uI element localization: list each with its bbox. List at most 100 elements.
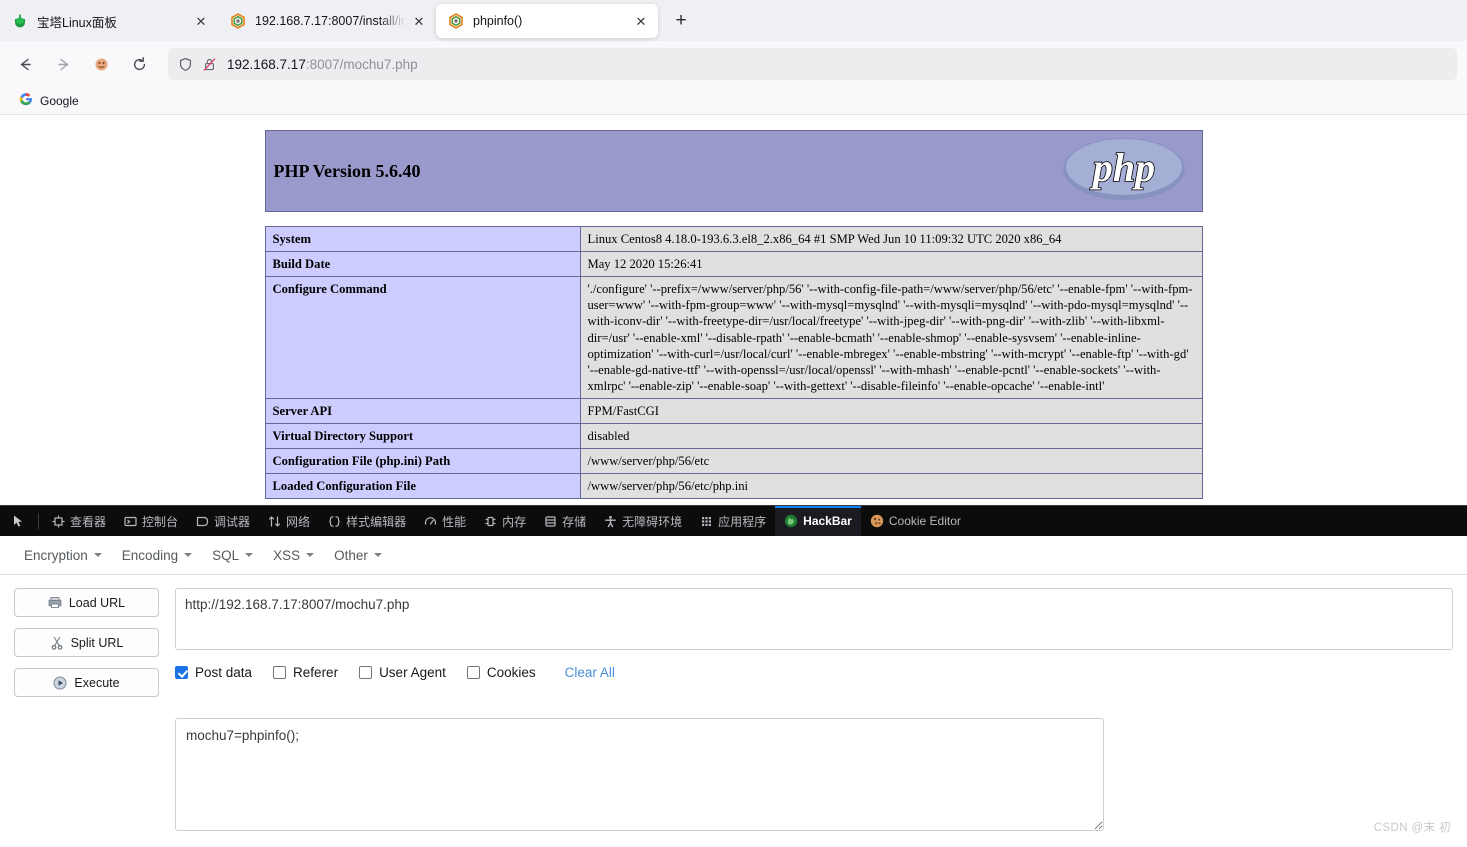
forward-button[interactable] — [48, 49, 78, 79]
new-tab-button[interactable]: + — [666, 6, 696, 36]
browser-tab-1[interactable]: 宝塔Linux面板 ✕ — [0, 4, 218, 38]
devtools-tab-label: 应用程序 — [718, 514, 767, 529]
shield-icon[interactable] — [178, 57, 193, 72]
cookie-icon — [870, 514, 884, 528]
devtools-tab-storage[interactable]: 存储 — [535, 506, 595, 536]
browser-tab-1-title: 宝塔Linux面板 — [37, 15, 117, 30]
hackbar-menu-encoding[interactable]: Encoding — [112, 543, 202, 568]
php-hex-icon — [230, 13, 246, 29]
back-button[interactable] — [10, 49, 40, 79]
devtools-tab-network[interactable]: 网络 — [259, 506, 319, 536]
devtools-tab-performance[interactable]: 性能 — [415, 506, 475, 536]
tab-strip: 宝塔Linux面板 ✕ 192.168.7.17:8007/install/in… — [0, 0, 1467, 41]
checkbox-referer-label: Referer — [293, 665, 339, 680]
hackbar-menu-label: SQL — [212, 547, 240, 563]
php-hex-icon — [448, 13, 464, 29]
checkbox-cookies[interactable]: Cookies — [466, 665, 536, 680]
table-row: Configuration File (php.ini) Path /www/s… — [264, 448, 1203, 475]
devtools-tabbar: 查看器 控制台 调试器 网络 样式编辑器 性能 内存 存储 无障碍环境 应用程序… — [0, 506, 1467, 536]
debugger-icon — [196, 515, 209, 528]
browser-tab-2[interactable]: 192.168.7.17:8007/install/index ✕ — [218, 4, 436, 38]
php-logo-icon: php — [1062, 136, 1186, 207]
hackbar-icon — [784, 514, 798, 528]
phpinfo-document: PHP Version 5.6.40 php System Linux Cent… — [264, 115, 1203, 500]
devtools-tab-label: 网络 — [286, 514, 311, 529]
browser-tab-3[interactable]: phpinfo() ✕ — [436, 4, 658, 38]
browser-chrome: 宝塔Linux面板 ✕ 192.168.7.17:8007/install/in… — [0, 0, 1467, 115]
bookmark-google[interactable]: Google — [14, 90, 84, 111]
phpinfo-key: System — [264, 225, 581, 253]
hackbar-button-column: Load URL Split URL Execute — [14, 588, 159, 697]
phpinfo-value: /www/server/php/56/etc — [579, 448, 1203, 475]
split-url-button[interactable]: Split URL — [14, 628, 159, 657]
hackbar-menu-encryption[interactable]: Encryption — [14, 543, 112, 568]
execute-button[interactable]: Execute — [14, 668, 159, 697]
checkbox-post-data-box[interactable] — [175, 666, 188, 679]
table-row: System Linux Centos8 4.18.0-193.6.3.el8_… — [264, 225, 1203, 253]
checkbox-user-agent-box[interactable] — [359, 666, 373, 679]
devtools-panel: 查看器 控制台 调试器 网络 样式编辑器 性能 内存 存储 无障碍环境 应用程序… — [0, 505, 1467, 536]
hackbar-menu-label: XSS — [273, 547, 301, 563]
phpinfo-key: Configuration File (php.ini) Path — [264, 448, 581, 475]
phpinfo-value: disabled — [579, 423, 1203, 450]
browser-tab-3-close-icon[interactable]: ✕ — [632, 12, 650, 30]
load-url-icon — [48, 596, 62, 609]
checkbox-user-agent[interactable]: User Agent — [359, 665, 446, 680]
table-row: Configure Command './configure' '--prefi… — [264, 276, 1203, 399]
split-url-icon — [50, 636, 64, 650]
chevron-down-icon — [245, 553, 254, 557]
performance-icon — [424, 515, 437, 528]
clear-all-link[interactable]: Clear All — [565, 665, 615, 680]
execute-icon — [53, 676, 67, 690]
devtools-tab-console[interactable]: 控制台 — [115, 506, 187, 536]
table-row: Virtual Directory Support disabled — [264, 423, 1203, 450]
browser-tab-2-close-icon[interactable]: ✕ — [410, 12, 428, 30]
csdn-watermark: CSDN @末 初 — [1373, 822, 1451, 834]
element-picker-icon[interactable] — [4, 506, 34, 536]
devtools-tab-cookie-editor[interactable]: Cookie Editor — [861, 506, 970, 536]
checkbox-post-data[interactable]: Post data — [175, 665, 252, 680]
phpinfo-value: Linux Centos8 4.18.0-193.6.3.el8_2.x86_6… — [579, 225, 1203, 253]
phpinfo-key: Configure Command — [264, 276, 581, 399]
devtools-tab-accessibility[interactable]: 无障碍环境 — [595, 506, 691, 536]
hackbar-menu-label: Encryption — [24, 547, 88, 563]
hackbar-menu-xss[interactable]: XSS — [263, 543, 324, 568]
hackbar-panel: Encryption Encoding SQL XSS Other Load U… — [0, 536, 1467, 843]
devtools-tab-label: 内存 — [502, 514, 527, 529]
phpinfo-key: Server API — [264, 397, 581, 425]
table-row: Server API FPM/FastCGI — [264, 397, 1203, 425]
reload-button[interactable] — [124, 49, 154, 79]
inspector-icon — [52, 515, 65, 528]
devtools-tab-label: HackBar — [803, 514, 852, 528]
browser-tab-1-close-icon[interactable]: ✕ — [192, 12, 210, 30]
url-bar[interactable]: 192.168.7.17:8007/mochu7.php — [168, 48, 1457, 80]
checkbox-referer[interactable]: Referer — [273, 665, 338, 680]
devtools-tab-application[interactable]: 应用程序 — [691, 506, 775, 536]
devtools-tab-label: 无障碍环境 — [622, 514, 683, 529]
split-url-label: Split URL — [70, 635, 124, 650]
devtools-tab-hackbar[interactable]: HackBar — [775, 506, 861, 536]
devtools-tab-debugger[interactable]: 调试器 — [187, 506, 259, 536]
checkbox-cookies-box[interactable] — [466, 666, 480, 679]
navigation-bar: 192.168.7.17:8007/mochu7.php — [0, 41, 1467, 87]
checkbox-referer-box[interactable] — [273, 666, 287, 679]
post-data-input[interactable] — [175, 718, 1104, 831]
devtools-tab-inspector[interactable]: 查看器 — [43, 506, 115, 536]
url-text: 192.168.7.17:8007/mochu7.php — [227, 57, 418, 72]
bt-panel-icon — [12, 13, 28, 29]
load-url-button[interactable]: Load URL — [14, 588, 159, 617]
devtools-tab-memory[interactable]: 内存 — [475, 506, 535, 536]
lock-broken-icon[interactable] — [202, 57, 217, 72]
pocket-icon[interactable] — [86, 49, 116, 79]
url-input[interactable] — [175, 588, 1453, 650]
phpinfo-header: PHP Version 5.6.40 php — [264, 130, 1203, 212]
hackbar-menu-sql[interactable]: SQL — [202, 543, 263, 568]
checkbox-post-data-label: Post data — [195, 665, 253, 680]
devtools-tab-label: 性能 — [442, 514, 467, 529]
bookmarks-bar: Google — [0, 87, 1467, 115]
devtools-tab-style-editor[interactable]: 样式编辑器 — [319, 506, 415, 536]
phpinfo-key: Loaded Configuration File — [264, 473, 581, 500]
accessibility-icon — [604, 515, 617, 528]
hackbar-menu-other[interactable]: Other — [324, 543, 392, 568]
phpinfo-value: /www/server/php/56/etc/php.ini — [579, 473, 1203, 500]
